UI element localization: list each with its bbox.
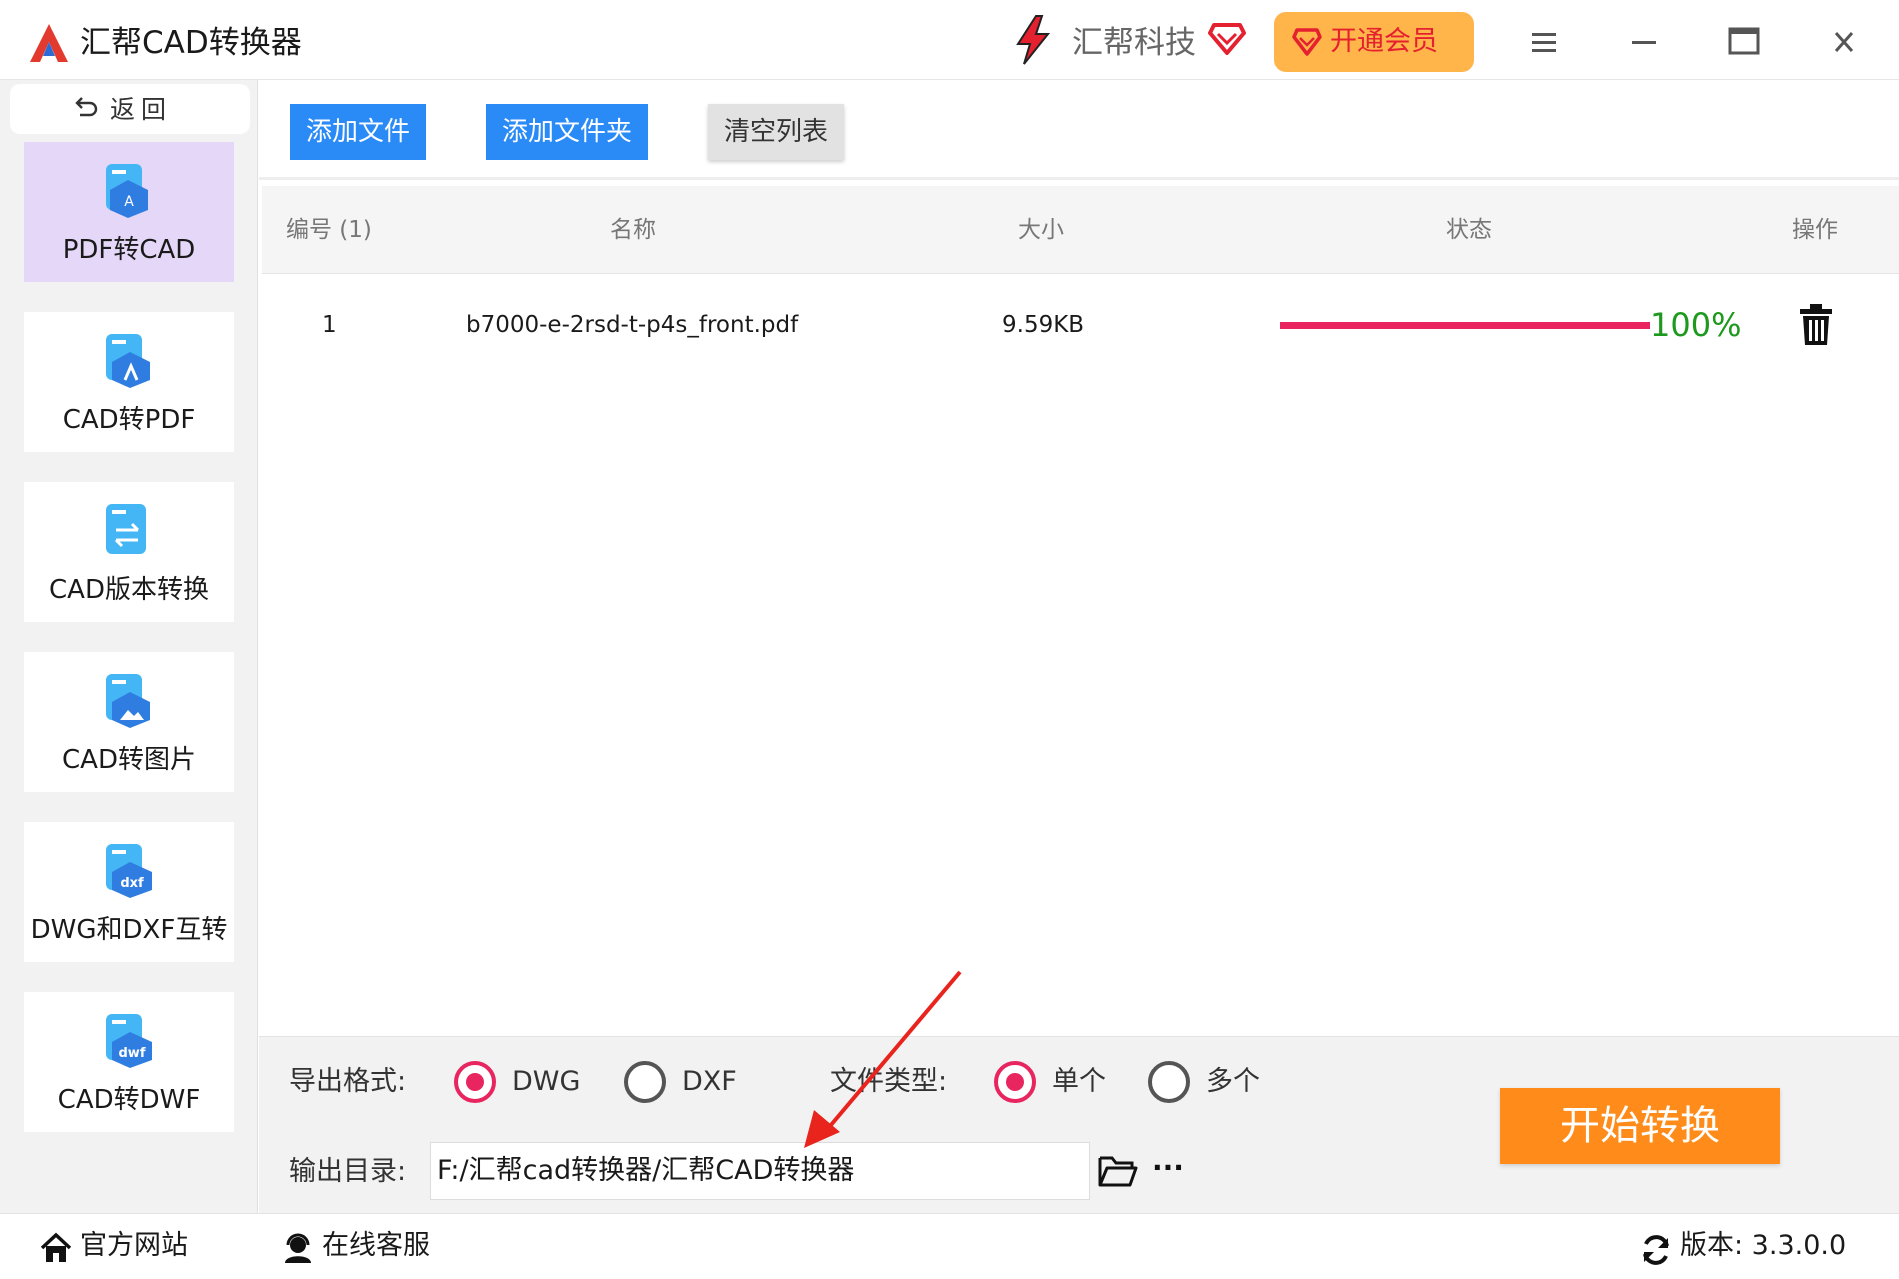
column-header-status: 状态	[1446, 217, 1492, 243]
start-convert-button[interactable]: 开始转换	[1500, 1088, 1780, 1164]
add-folder-button[interactable]: 添加文件夹	[486, 104, 648, 160]
sidebar-item-dwg-dxf[interactable]: dxf DWG和DXF互转	[24, 822, 234, 962]
vip-label: 开通会员	[1330, 26, 1438, 57]
cad-to-image-icon	[106, 674, 150, 728]
online-service-label: 在线客服	[322, 1230, 430, 1261]
sidebar-item-cad-version[interactable]: CAD版本转换	[24, 482, 234, 622]
format-radio-dxf[interactable]	[624, 1061, 666, 1103]
progress-fill	[1280, 322, 1650, 329]
maximize-icon[interactable]	[1720, 20, 1768, 64]
brand-logo-icon	[1016, 15, 1051, 65]
close-icon[interactable]	[1820, 20, 1868, 64]
column-header-action: 操作	[1792, 217, 1838, 243]
table-header: 编号 (1) 名称 大小 状态 操作	[262, 186, 1899, 274]
output-dir-input[interactable]: F:/汇帮cad转换器/汇帮CAD转换器	[430, 1142, 1090, 1200]
filetype-radio-single[interactable]	[994, 1061, 1036, 1103]
sidebar-item-label: CAD版本转换	[49, 575, 209, 605]
output-dir-label: 输出目录:	[289, 1156, 407, 1187]
online-service-link[interactable]: 在线客服	[282, 1222, 462, 1270]
official-site-link[interactable]: 官方网站	[40, 1222, 220, 1270]
app-title: 汇帮CAD转换器	[80, 25, 302, 61]
sidebar-item-cad-to-image[interactable]: CAD转图片	[24, 652, 234, 792]
cad-to-dwf-icon: dwf	[106, 1014, 152, 1068]
brand-name: 汇帮科技	[1072, 25, 1196, 61]
table-row[interactable]: 1 b7000-e-2rsd-t-p4s_front.pdf 9.59KB 10…	[262, 275, 1899, 375]
sidebar-item-cad-to-dwf[interactable]: dwf CAD转DWF	[24, 992, 234, 1132]
filetype-radio-single-label: 单个	[1052, 1066, 1106, 1097]
add-file-button[interactable]: 添加文件	[290, 104, 426, 160]
app-logo-icon	[30, 24, 68, 62]
cad-to-pdf-icon	[106, 334, 150, 388]
sidebar-item-cad-to-pdf[interactable]: CAD转PDF	[24, 312, 234, 452]
diamond-icon	[1292, 28, 1322, 56]
customer-service-icon	[285, 1233, 311, 1263]
sidebar-item-pdf-to-cad[interactable]: A PDF转CAD	[24, 142, 234, 282]
svg-text:dxf: dxf	[120, 876, 144, 891]
pdf-to-cad-icon: A	[106, 164, 148, 218]
more-options-button[interactable]: ···	[1148, 1154, 1188, 1184]
sidebar-item-label: CAD转PDF	[62, 405, 196, 435]
minimize-icon[interactable]	[1620, 20, 1668, 64]
diamond-icon	[1208, 23, 1246, 55]
clear-list-button[interactable]: 清空列表	[708, 104, 844, 160]
format-radio-dwg[interactable]	[454, 1061, 496, 1103]
sidebar-item-label: CAD转图片	[62, 745, 196, 775]
filetype-radio-multiple-label: 多个	[1206, 1066, 1260, 1097]
sidebar-item-label: DWG和DXF互转	[30, 915, 228, 945]
refresh-icon	[1643, 1235, 1669, 1265]
home-icon	[40, 1232, 72, 1262]
trash-icon[interactable]	[1796, 303, 1836, 347]
back-button[interactable]: 返回	[10, 84, 250, 134]
file-name: b7000-e-2rsd-t-p4s_front.pdf	[466, 312, 799, 338]
file-table: 1 b7000-e-2rsd-t-p4s_front.pdf 9.59KB 10…	[262, 275, 1899, 1035]
column-header-number: 编号 (1)	[286, 217, 372, 243]
filetype-radio-multiple[interactable]	[1148, 1061, 1190, 1103]
progress-bar	[1280, 322, 1650, 329]
file-type-label: 文件类型:	[830, 1066, 948, 1097]
sidebar-item-label: CAD转DWF	[57, 1085, 201, 1115]
row-number: 1	[322, 312, 337, 338]
folder-open-icon[interactable]	[1098, 1154, 1138, 1188]
svg-text:A: A	[124, 194, 134, 210]
progress-text: 100%	[1650, 306, 1742, 344]
dwg-dxf-convert-icon: dxf	[106, 844, 152, 898]
export-format-label: 导出格式:	[289, 1066, 407, 1097]
cad-version-convert-icon	[106, 504, 146, 554]
official-site-label: 官方网站	[80, 1230, 188, 1261]
format-radio-dxf-label: DXF	[682, 1066, 737, 1097]
column-header-name: 名称	[610, 217, 656, 243]
column-header-size: 大小	[1018, 217, 1064, 243]
back-label: 返回	[110, 95, 173, 124]
version-info[interactable]: 版本: 3.3.0.0	[1640, 1222, 1890, 1270]
back-arrow-icon	[75, 97, 98, 117]
file-size: 9.59KB	[1002, 312, 1085, 338]
menu-icon[interactable]	[1520, 20, 1568, 64]
format-radio-dwg-label: DWG	[512, 1066, 581, 1097]
sidebar-item-label: PDF转CAD	[62, 235, 196, 265]
svg-text:dwf: dwf	[119, 1046, 146, 1061]
version-label: 版本: 3.3.0.0	[1680, 1230, 1847, 1261]
vip-button[interactable]: 开通会员	[1274, 12, 1474, 72]
